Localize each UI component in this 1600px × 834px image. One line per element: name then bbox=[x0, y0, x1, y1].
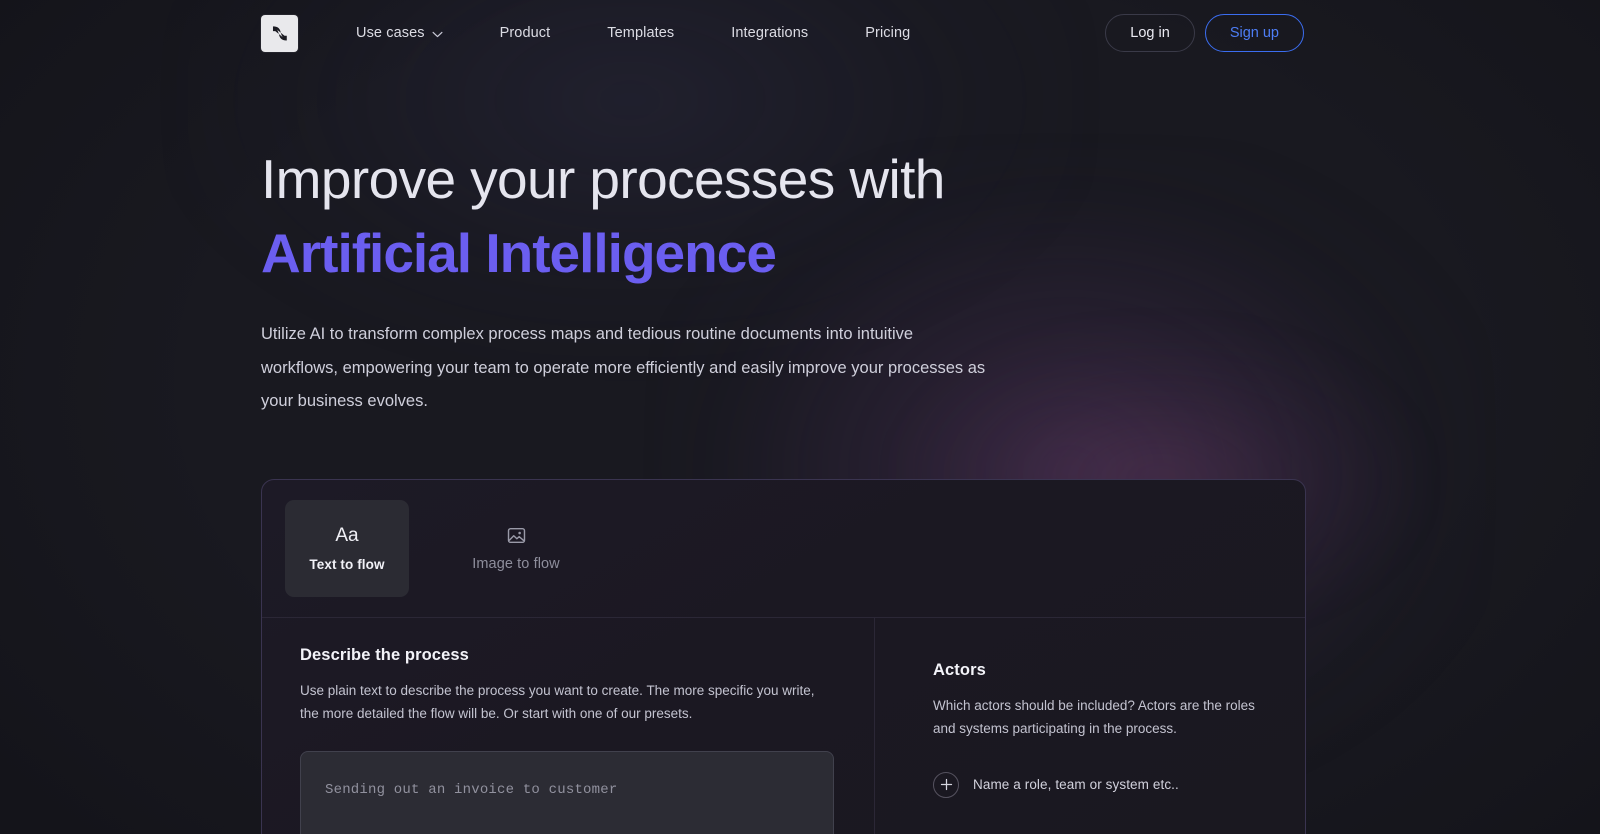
nav-item-use-cases[interactable]: Use cases bbox=[356, 16, 443, 50]
image-icon bbox=[507, 524, 526, 546]
nav-item-integrations[interactable]: Integrations bbox=[731, 17, 808, 49]
add-actor-label: Name a role, team or system etc.. bbox=[973, 777, 1179, 792]
top-navigation-bar: Use cases Product Templates Integrations… bbox=[0, 0, 1600, 66]
actors-panel-title: Actors bbox=[933, 660, 986, 679]
page-title: Improve your processes with Artificial I… bbox=[261, 142, 1600, 290]
nav-item-label: Templates bbox=[607, 25, 675, 41]
tab-label: Text to flow bbox=[309, 556, 385, 572]
signup-button[interactable]: Sign up bbox=[1204, 14, 1304, 52]
primary-nav-links: Use cases Product Templates Integrations… bbox=[356, 16, 910, 50]
text-glyph-icon: Aa bbox=[335, 525, 359, 546]
plus-icon bbox=[933, 771, 959, 798]
chevron-down-icon bbox=[432, 26, 443, 42]
nav-item-label: Product bbox=[499, 25, 551, 41]
hero-section: Improve your processes with Artificial I… bbox=[0, 66, 1600, 419]
process-description-textarea[interactable]: Sending out an invoice to customer bbox=[300, 750, 834, 834]
tab-text-to-flow[interactable]: Aa Text to flow bbox=[285, 499, 409, 597]
builder-mode-tabs: Aa Text to flow Image to flow bbox=[262, 480, 1305, 617]
hero-paragraph: Utilize AI to transform complex process … bbox=[261, 325, 986, 410]
describe-process-panel: Describe the process Use plain text to d… bbox=[262, 617, 875, 834]
brand-logo[interactable] bbox=[261, 14, 298, 52]
add-actor-button[interactable]: Name a role, team or system etc.. bbox=[933, 771, 1179, 798]
tab-label: Image to flow bbox=[472, 556, 560, 572]
login-button[interactable]: Log in bbox=[1105, 14, 1195, 52]
describe-panel-title: Describe the process bbox=[300, 645, 469, 664]
actors-panel-description: Which actors should be included? Actors … bbox=[933, 697, 1255, 736]
tab-image-to-flow[interactable]: Image to flow bbox=[454, 500, 578, 597]
process-description-placeholder: Sending out an invoice to customer bbox=[325, 781, 618, 798]
nav-item-label: Use cases bbox=[356, 25, 425, 41]
page-root: Use cases Product Templates Integrations… bbox=[0, 0, 1600, 834]
headline-line-2: Artificial Intelligence bbox=[261, 222, 777, 284]
nav-action-buttons: Log in Sign up bbox=[1105, 14, 1304, 52]
nav-item-templates[interactable]: Templates bbox=[607, 17, 674, 49]
nav-item-product[interactable]: Product bbox=[500, 17, 551, 49]
nav-item-pricing[interactable]: Pricing bbox=[865, 17, 910, 49]
builder-panels: Describe the process Use plain text to d… bbox=[262, 616, 1305, 834]
flow-builder-card: Aa Text to flow Image to flow Describe t… bbox=[261, 478, 1306, 834]
nav-item-label: Pricing bbox=[865, 25, 911, 41]
headline-line-1: Improve your processes with bbox=[261, 148, 945, 210]
nav-item-label: Integrations bbox=[731, 25, 809, 41]
logo-monogram-icon bbox=[268, 22, 291, 45]
describe-panel-description: Use plain text to describe the process y… bbox=[300, 682, 815, 721]
actors-panel: Actors Which actors should be included? … bbox=[875, 618, 1305, 834]
